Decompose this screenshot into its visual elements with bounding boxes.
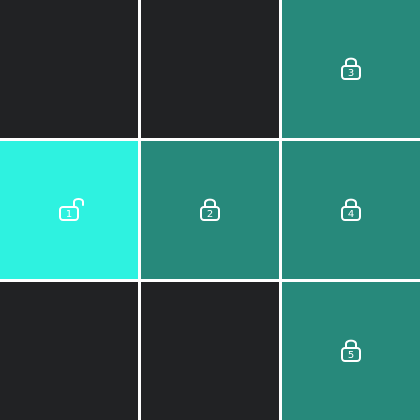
- lock-tile-2[interactable]: 2: [141, 141, 279, 279]
- lock-tile-3[interactable]: 3: [282, 0, 420, 138]
- lock-open-icon: 1: [50, 191, 88, 229]
- lock-closed-icon: 5: [332, 332, 370, 370]
- empty-tile-r1c2: [141, 0, 279, 138]
- lock-number: 3: [348, 68, 354, 79]
- game-board: 3 1 2 4 5: [0, 0, 420, 420]
- lock-number: 4: [348, 209, 354, 220]
- lock-closed-icon: 4: [332, 191, 370, 229]
- empty-tile-r1c1: [0, 0, 138, 138]
- lock-number: 5: [348, 350, 354, 361]
- lock-tile-4[interactable]: 4: [282, 141, 420, 279]
- empty-tile-r3c1: [0, 282, 138, 420]
- lock-closed-icon: 3: [332, 50, 370, 88]
- lock-tile-1[interactable]: 1: [0, 141, 138, 279]
- lock-number: 2: [207, 209, 213, 220]
- empty-tile-r3c2: [141, 282, 279, 420]
- lock-tile-5[interactable]: 5: [282, 282, 420, 420]
- lock-number: 1: [66, 209, 72, 220]
- lock-closed-icon: 2: [191, 191, 229, 229]
